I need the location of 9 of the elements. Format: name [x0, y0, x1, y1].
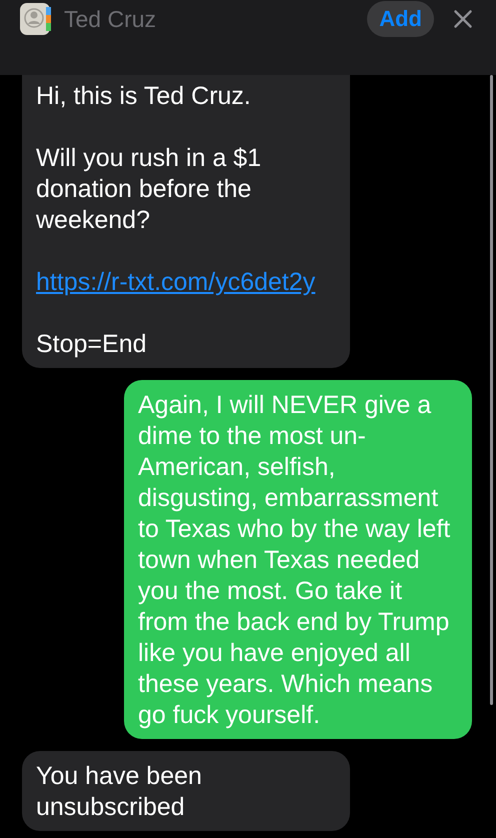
message-link[interactable]: https://r-txt.com/yc6det2y: [36, 267, 336, 298]
message-text: You have been unsubscribed: [36, 761, 203, 823]
add-button[interactable]: Add: [367, 1, 434, 37]
contact-name: Ted Cruz: [64, 6, 158, 32]
contact-card-icon: [20, 3, 52, 35]
message-text: Hi, this is Ted Cruz.: [36, 81, 252, 112]
message-text: Stop=End: [36, 329, 148, 360]
message-text: Again, I will NEVER give a dime to the most un-American, selfish, disgusting, embarrassment to Texas who by the way left town when Texas needed you the most. Go take it from the back end by Trump like you have enjoyed all these years. Which means go fuck yourself.: [138, 390, 452, 731]
message-text: Will you rush in a $1 donation before the weekend?: [36, 143, 262, 236]
